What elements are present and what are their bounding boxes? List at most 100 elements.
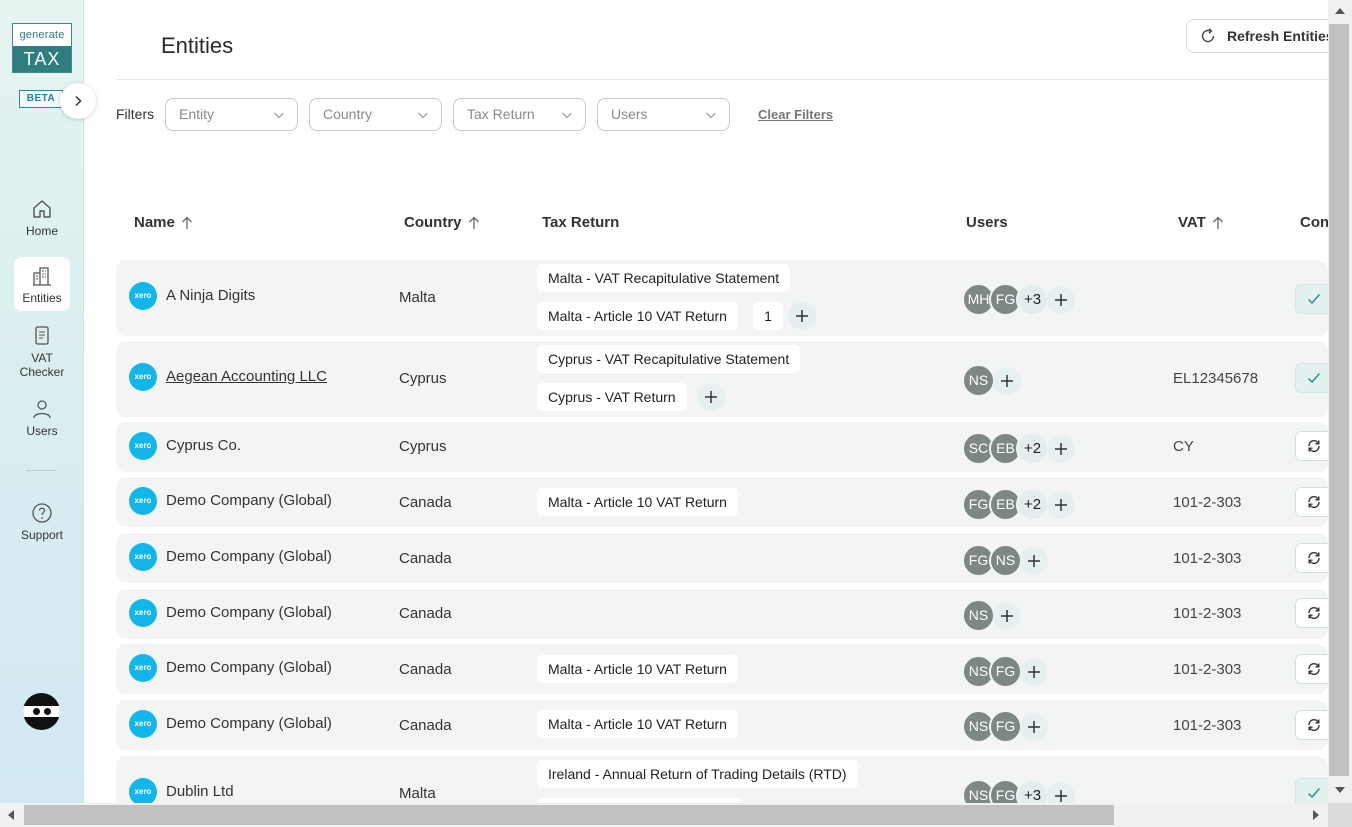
xero-icon: xero: [129, 363, 157, 391]
scroll-left-arrow-icon[interactable]: [7, 809, 15, 821]
sync-icon: [1308, 606, 1320, 620]
add-user-button[interactable]: [1020, 658, 1048, 686]
horizontal-scrollbar[interactable]: [0, 803, 1328, 827]
entity-name[interactable]: Aegean Accounting LLC: [166, 368, 327, 385]
connection-status-button[interactable]: [1295, 778, 1328, 803]
entity-country: Malta: [399, 785, 436, 802]
plus-icon: [705, 391, 717, 403]
add-user-button[interactable]: [1047, 491, 1075, 519]
sort-arrow-up-icon: [1212, 216, 1223, 229]
chevron-down-icon: [562, 112, 572, 119]
country-filter-select[interactable]: Country: [309, 98, 442, 131]
logo-top-text: generate: [19, 29, 65, 41]
add-user-button[interactable]: [993, 367, 1021, 395]
tax-return-tag[interactable]: Ireland - Annual Return of Trading Detai…: [537, 760, 858, 788]
table-row[interactable]: xero Cyprus Co. Cyprus SC EB +2 CY: [116, 422, 1333, 472]
entity-filter-select[interactable]: Entity: [165, 98, 298, 131]
user-avatar[interactable]: NS: [962, 364, 995, 397]
chevron-down-icon: [418, 112, 428, 119]
tax-return-tag[interactable]: Malta - Article 10 VAT Return: [537, 488, 738, 516]
column-header-label: Country: [404, 214, 462, 231]
tax-return-tag[interactable]: Malta - Article 10 VAT Return: [537, 655, 738, 683]
add-user-button[interactable]: [1020, 713, 1048, 741]
scroll-up-arrow-icon[interactable]: [1334, 7, 1346, 15]
table-row[interactable]: xero Aegean Accounting LLC Cyprus Cyprus…: [116, 341, 1333, 417]
horizontal-scroll-thumb[interactable]: [24, 805, 1114, 825]
entity-name[interactable]: Demo Company (Global): [166, 659, 332, 676]
table-row[interactable]: xero Demo Company (Global) Canada NS 101…: [116, 589, 1333, 639]
add-user-button[interactable]: [1047, 435, 1075, 463]
column-header-label: Name: [134, 214, 175, 231]
entity-name[interactable]: Demo Company (Global): [166, 715, 332, 732]
sidebar-item-users[interactable]: Users: [14, 398, 70, 440]
refresh-entities-button[interactable]: Refresh Entities: [1186, 19, 1346, 53]
chevron-down-icon: [274, 112, 284, 119]
vertical-scroll-thumb[interactable]: [1329, 24, 1349, 776]
vertical-scrollbar[interactable]: [1328, 0, 1352, 803]
table-row[interactable]: xero Demo Company (Global) Canada Malta …: [116, 700, 1333, 750]
plus-icon: [796, 310, 808, 322]
sidebar-item-support[interactable]: Support: [14, 502, 70, 544]
entity-name[interactable]: Demo Company (Global): [166, 548, 332, 565]
entity-country: Cyprus: [399, 438, 447, 455]
entity-name[interactable]: Cyprus Co.: [166, 437, 241, 454]
vat-number: 101-2-303: [1173, 605, 1242, 622]
more-users-badge[interactable]: +3: [1016, 283, 1049, 316]
tax-return-count[interactable]: 1: [753, 302, 783, 330]
users-filter-select[interactable]: Users: [597, 98, 730, 131]
xero-icon: xero: [129, 487, 157, 515]
column-header-country[interactable]: Country: [404, 214, 480, 231]
sidebar-expand-button[interactable]: [60, 83, 96, 119]
more-users-badge[interactable]: +2: [1016, 488, 1049, 521]
clear-filters-link[interactable]: Clear Filters: [758, 107, 833, 122]
entity-name[interactable]: Dublin Ltd: [166, 783, 234, 800]
entity-country: Canada: [399, 661, 452, 678]
tax-return-filter-select[interactable]: Tax Return: [453, 98, 586, 131]
column-header-label: Con: [1300, 214, 1330, 231]
add-tax-return-button[interactable]: [788, 302, 816, 330]
sidebar-item-label: Home: [25, 224, 58, 238]
country-filter-placeholder: Country: [323, 106, 373, 122]
add-user-button[interactable]: [1047, 782, 1075, 803]
sidebar-item-vat-checker[interactable]: VAT Checker: [14, 325, 70, 381]
add-tax-return-button[interactable]: [697, 383, 725, 411]
entity-name[interactable]: A Ninja Digits: [166, 287, 255, 304]
entity-name[interactable]: Demo Company (Global): [166, 604, 332, 621]
table-row[interactable]: xero Dublin Ltd Malta Ireland - Annual R…: [116, 756, 1328, 803]
tax-return-tag[interactable]: Malta - Article 10 VAT Return: [537, 710, 738, 738]
table-row[interactable]: xero Demo Company (Global) Canada Malta …: [116, 477, 1333, 527]
scroll-right-arrow-icon[interactable]: [1312, 809, 1320, 821]
table-row[interactable]: xero Demo Company (Global) Canada Malta …: [116, 644, 1333, 694]
page-title: Entities: [161, 33, 234, 58]
user-avatar[interactable]: NS: [989, 544, 1022, 577]
scroll-down-arrow-icon[interactable]: [1334, 786, 1346, 794]
vat-number: 101-2-303: [1173, 717, 1242, 734]
add-user-button[interactable]: [1047, 286, 1075, 314]
sort-arrow-up-icon: [181, 216, 192, 229]
user-avatar[interactable]: NS: [962, 599, 995, 632]
add-user-button[interactable]: [993, 602, 1021, 630]
tax-return-tag[interactable]: Cyprus - VAT Recapitulative Statement: [537, 345, 801, 373]
user-icon: [33, 400, 51, 419]
tax-return-tag[interactable]: Cyprus - VAT Return: [537, 383, 687, 411]
user-avatar[interactable]: FG: [989, 655, 1022, 688]
add-user-button[interactable]: [1020, 547, 1048, 575]
sidebar-item-entities[interactable]: Entities: [14, 257, 70, 311]
vat-number: CY: [1173, 438, 1194, 455]
column-header-vat[interactable]: VAT: [1178, 214, 1224, 231]
plus-icon: [1055, 790, 1067, 802]
table-row[interactable]: xero A Ninja Digits Malta Malta - VAT Re…: [116, 260, 1333, 336]
more-users-badge[interactable]: +3: [1016, 779, 1049, 803]
user-avatar-ninja[interactable]: [23, 693, 60, 730]
entity-name[interactable]: Demo Company (Global): [166, 492, 332, 509]
xero-icon: xero: [129, 654, 157, 682]
user-avatar[interactable]: FG: [989, 710, 1022, 743]
tax-return-tag[interactable]: Malta - Article 10 VAT Return: [537, 302, 738, 330]
xero-icon: xero: [129, 778, 157, 803]
table-row[interactable]: xero Demo Company (Global) Canada FG NS …: [116, 533, 1333, 583]
more-users-badge[interactable]: +2: [1016, 432, 1049, 465]
sidebar-item-home[interactable]: Home: [14, 196, 70, 244]
generate-tax-logo[interactable]: generate TAX: [12, 23, 72, 73]
tax-return-tag[interactable]: Malta - VAT Recapitulative Statement: [537, 264, 791, 292]
column-header-name[interactable]: Name: [134, 214, 193, 231]
